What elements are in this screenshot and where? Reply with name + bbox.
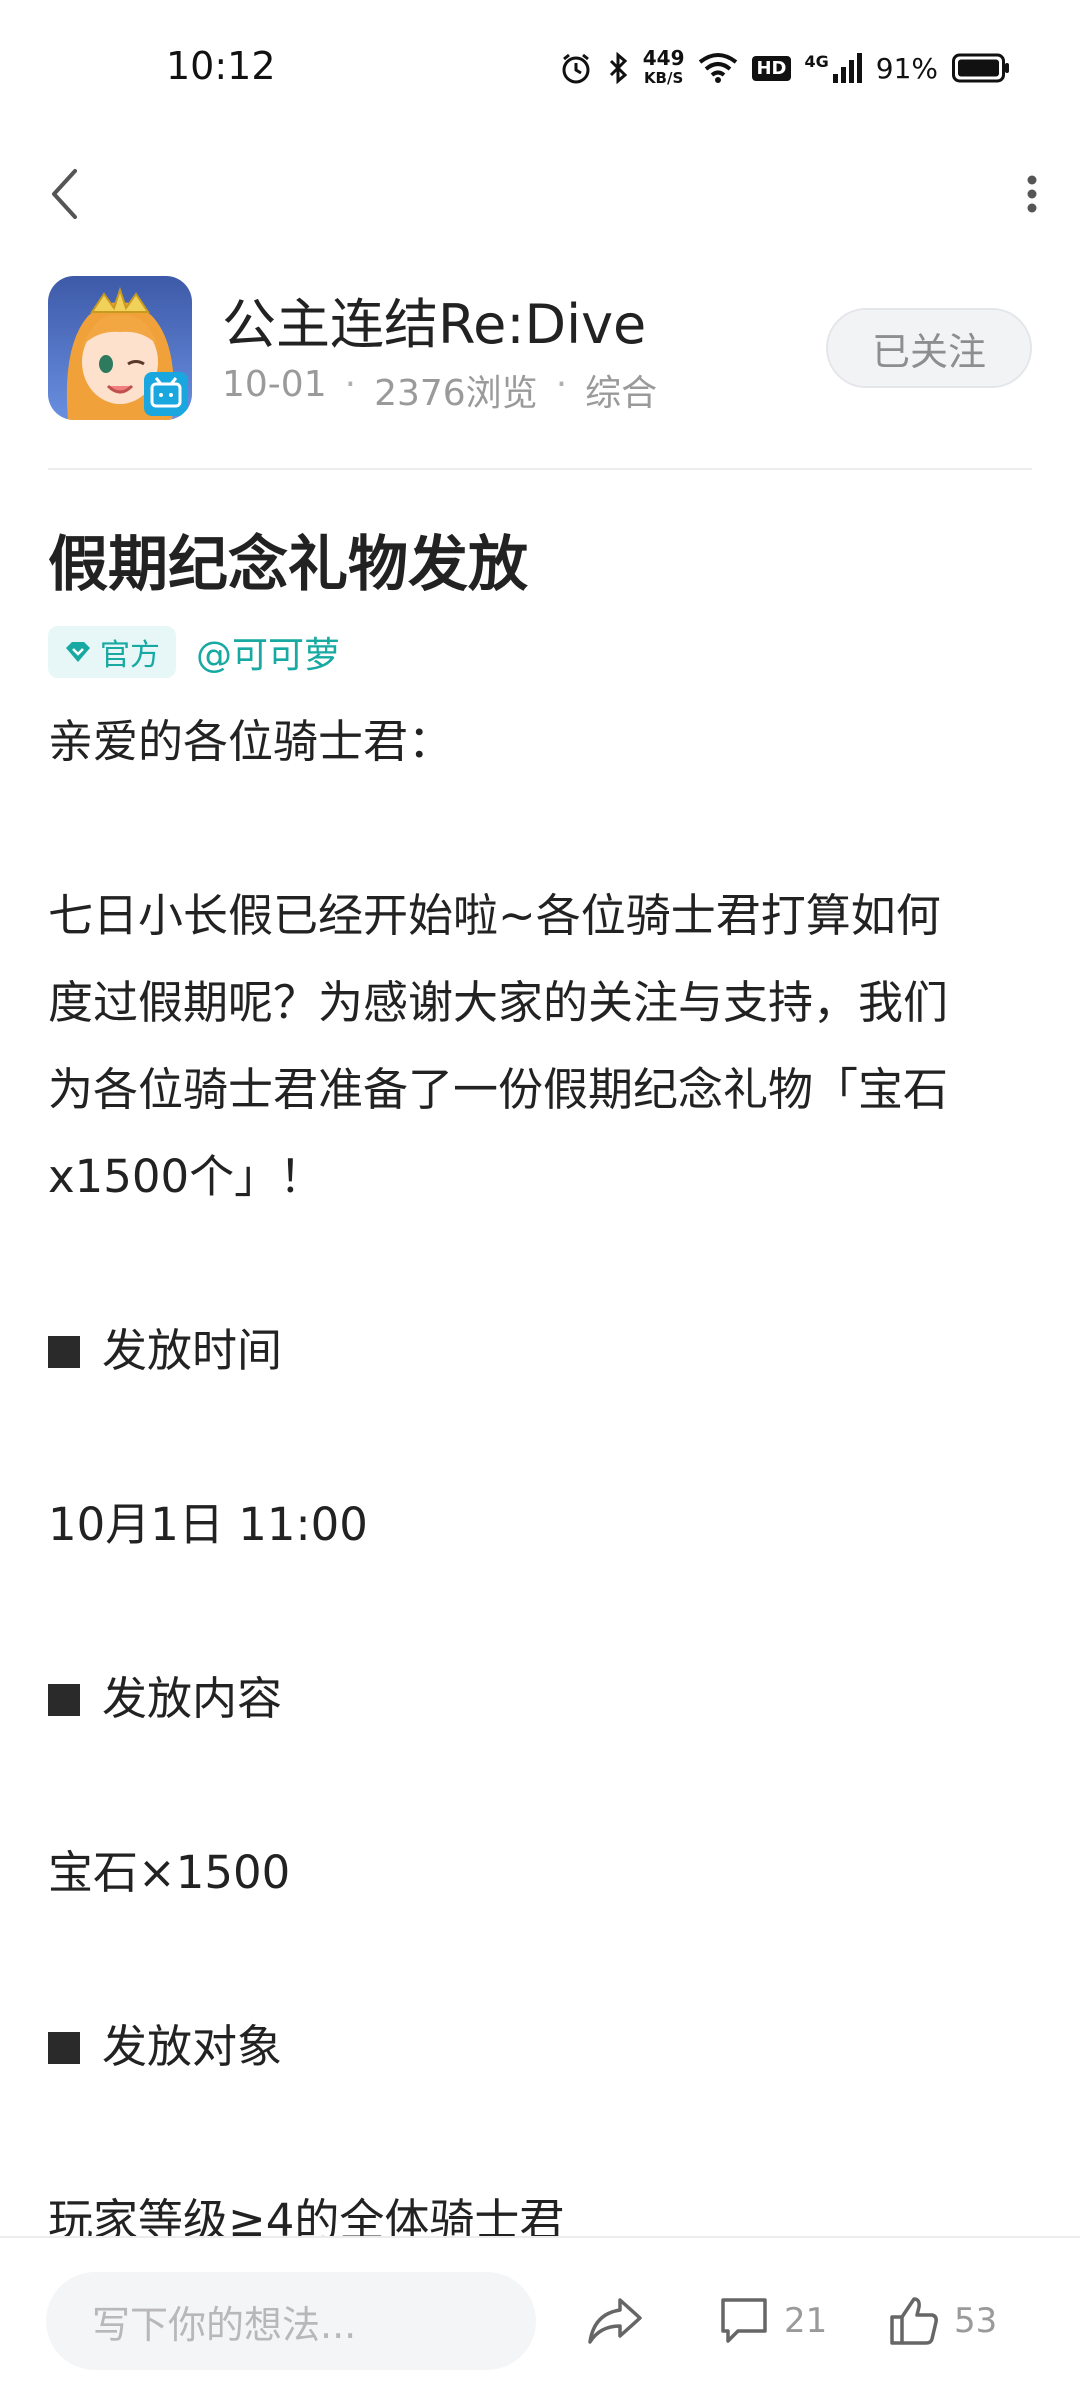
view-count: 2376浏览 — [374, 373, 538, 414]
post-meta: 10-01 · 2376浏览 · 综合 — [222, 364, 657, 416]
share-icon — [588, 2298, 642, 2344]
more-vertical-icon — [1027, 175, 1037, 213]
channel-name[interactable]: 公主连结Re:Dive — [222, 280, 646, 359]
body-line: 亲爱的各位骑士君： — [48, 715, 454, 768]
section-heading: 发放对象 — [48, 2003, 1032, 2090]
post-body: 亲爱的各位骑士君： 七日小长假已经开始啦~各位骑士君打算如何 度过假期呢？为感谢… — [48, 698, 1032, 2264]
status-bar: 10:12 449 KB/S HD 4G 91% — [0, 0, 1080, 130]
body-line: 七日小长假已经开始啦~各位骑士君打算如何 — [48, 889, 941, 942]
signal-icon — [832, 53, 862, 83]
author-handle[interactable]: @可可萝 — [196, 626, 340, 678]
comment-count: 21 — [784, 2301, 828, 2341]
author-row: 官方 @可可萝 — [48, 626, 340, 678]
body-line: 10月1日 11:00 — [48, 1498, 368, 1551]
post-title: 假期纪念礼物发放 — [48, 530, 528, 600]
body-line: 度过假期呢？为感谢大家的关注与支持，我们 — [48, 976, 949, 1029]
section-heading-text: 发放对象 — [102, 2020, 283, 2073]
meta-separator: · — [555, 364, 568, 405]
square-bullet-icon — [48, 1684, 80, 1716]
channel-header: 公主连结Re:Dive 10-01 · 2376浏览 · 综合 已关注 — [48, 276, 1032, 424]
alarm-icon — [562, 53, 590, 84]
meta-separator: · — [344, 364, 357, 405]
section-heading-text: 发放内容 — [102, 1672, 283, 1725]
wifi-icon — [699, 53, 738, 83]
chevron-left-icon — [52, 169, 77, 219]
network-type: 4G — [804, 52, 829, 71]
game-avatar-icon — [48, 276, 192, 420]
status-icons: 449 KB/S HD 4G 91% — [559, 48, 1010, 88]
net-speed-unit: KB/S — [643, 69, 684, 87]
like-button[interactable]: 53 — [888, 2286, 997, 2356]
signal-group: 4G — [805, 52, 862, 84]
comment-icon — [721, 2298, 767, 2343]
hd-badge: HD — [752, 55, 791, 81]
bluetooth-icon — [609, 51, 627, 85]
comment-input[interactable]: 写下你的想法... — [46, 2272, 536, 2370]
comment-button[interactable]: 21 — [718, 2286, 827, 2356]
section-heading: 发放时间 — [48, 1307, 1032, 1394]
body-line: x1500个」！ — [48, 1150, 325, 1203]
net-speed-value: 449 — [642, 46, 685, 70]
section-heading: 发放内容 — [48, 1655, 1032, 1742]
status-time: 10:12 — [166, 44, 276, 88]
official-label: 官方 — [100, 638, 160, 673]
share-button[interactable] — [580, 2286, 650, 2356]
back-button[interactable] — [40, 160, 88, 228]
thumbs-up-icon — [890, 2297, 938, 2345]
body-line: 为各位骑士君准备了一份假期纪念礼物「宝石 — [48, 1063, 949, 1116]
official-badge: 官方 — [48, 626, 176, 678]
bottom-action-bar: 写下你的想法... 21 53 — [0, 2236, 1080, 2400]
battery-icon — [952, 53, 1009, 83]
post-date: 10-01 — [222, 364, 327, 405]
post-category[interactable]: 综合 — [585, 364, 657, 416]
follow-button[interactable]: 已关注 — [826, 308, 1032, 388]
header-divider — [48, 468, 1032, 470]
like-count: 53 — [954, 2301, 998, 2341]
body-line: 宝石×1500 — [48, 1846, 291, 1899]
square-bullet-icon — [48, 1336, 80, 1368]
diamond-check-icon — [66, 642, 90, 662]
section-heading-text: 发放时间 — [102, 1324, 283, 1377]
more-button[interactable] — [1004, 160, 1060, 228]
battery-percent: 91% — [875, 51, 938, 85]
square-bullet-icon — [48, 2032, 80, 2064]
channel-avatar[interactable] — [48, 276, 192, 420]
net-speed: 449 KB/S — [643, 48, 685, 88]
